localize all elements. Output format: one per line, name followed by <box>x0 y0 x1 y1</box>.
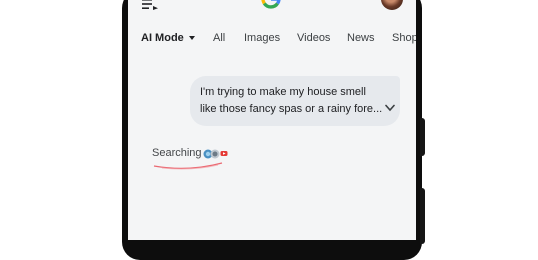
loading-underline <box>153 162 223 170</box>
phone-side-button <box>420 188 425 244</box>
caret-down-icon <box>188 36 195 41</box>
searching-status: Searching <box>152 147 202 159</box>
phone-screen: AI Mode All Images Videos News Shop I'm … <box>128 0 416 240</box>
tab-ai-mode[interactable]: AI Mode <box>141 30 195 46</box>
tab-shop[interactable]: Shop <box>392 30 416 46</box>
top-bar <box>128 0 416 14</box>
history-menu-icon[interactable] <box>142 0 158 10</box>
phone-side-button <box>420 118 425 156</box>
tab-label: AI Mode <box>141 32 184 44</box>
user-message-bubble[interactable]: I'm trying to make my house smell like t… <box>190 76 400 126</box>
chevron-down-icon[interactable] <box>385 104 395 112</box>
user-message-text: I'm trying to make my house smell like t… <box>200 86 383 115</box>
source-favicons-icon <box>203 149 228 159</box>
google-g-logo <box>261 0 281 9</box>
profile-avatar[interactable] <box>381 0 403 10</box>
tab-images[interactable]: Images <box>244 30 280 46</box>
tab-all[interactable]: All <box>213 30 225 46</box>
search-tabs: AI Mode All Images Videos News Shop <box>128 30 416 50</box>
tab-news[interactable]: News <box>347 30 375 46</box>
tab-videos[interactable]: Videos <box>297 30 330 46</box>
